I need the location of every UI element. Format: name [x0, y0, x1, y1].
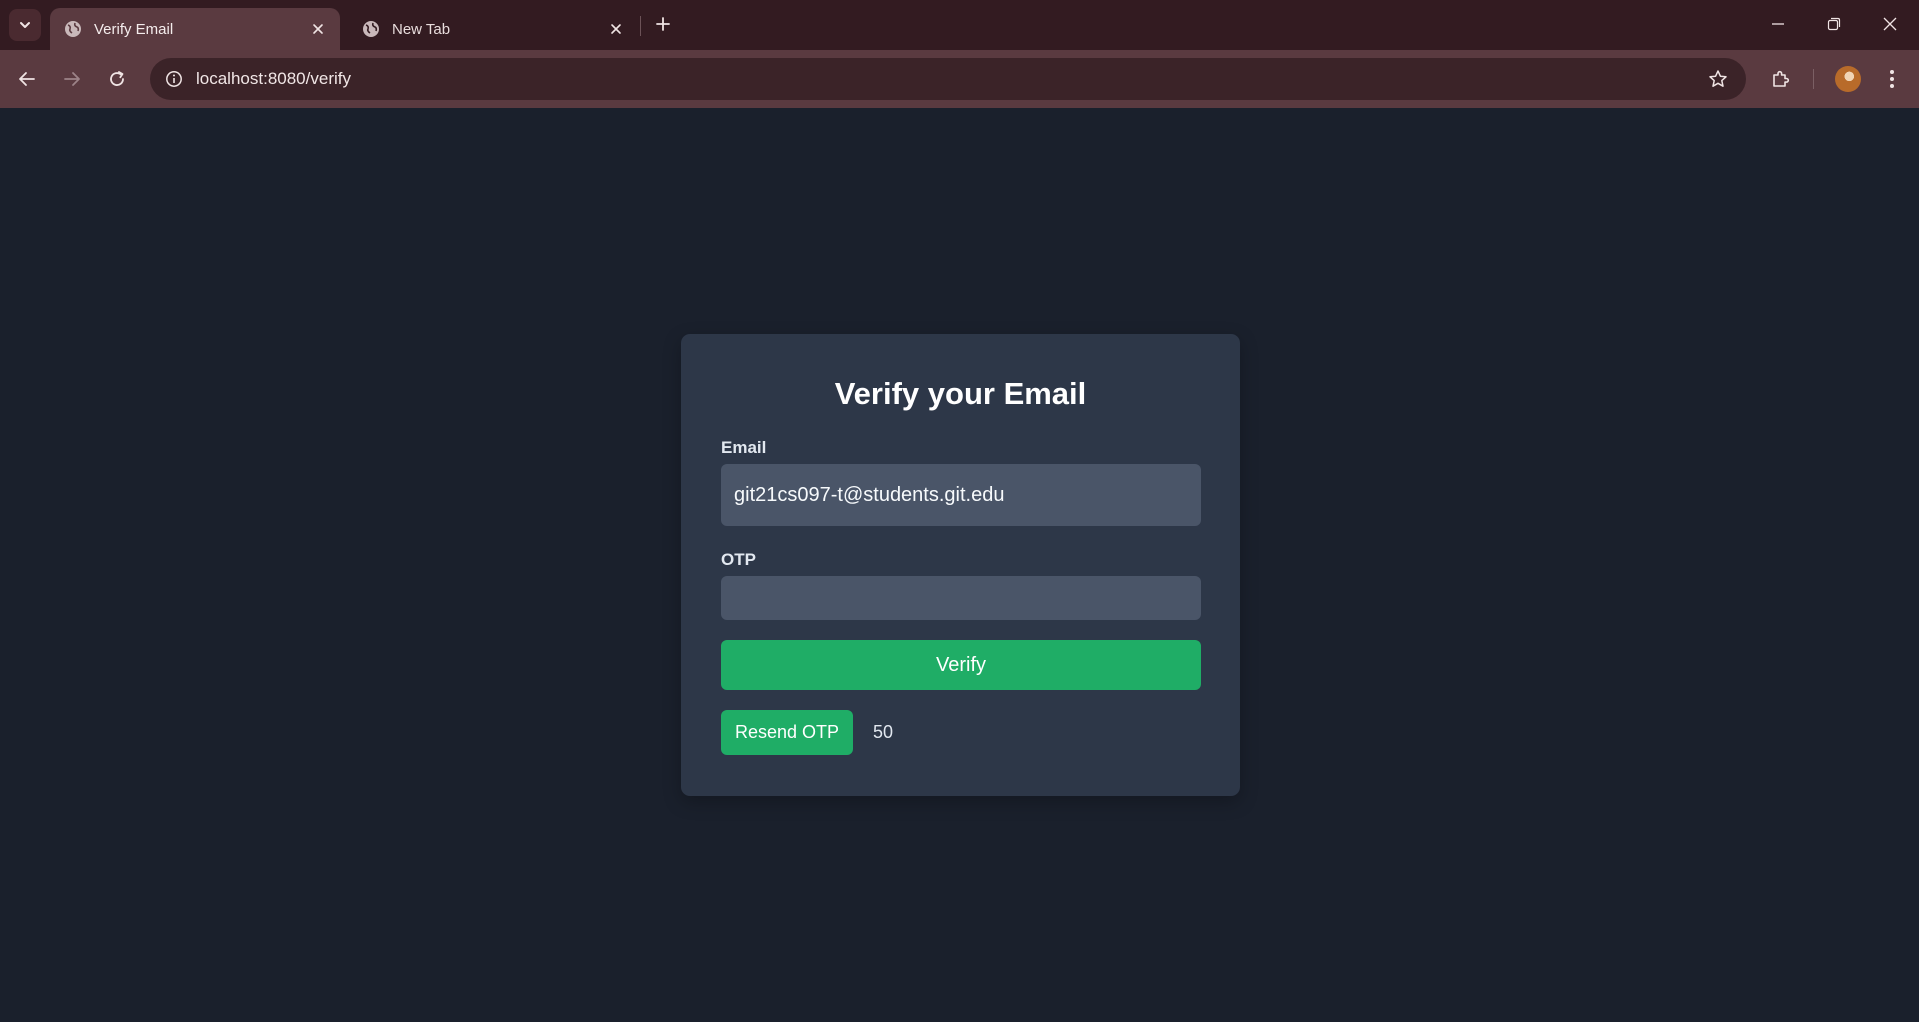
verify-card: Verify your Email Email git21cs097-t@stu…	[681, 334, 1240, 796]
new-tab-button[interactable]	[652, 13, 674, 35]
toolbar-separator	[1813, 69, 1814, 89]
forward-button[interactable]	[58, 65, 86, 93]
otp-label: OTP	[721, 550, 756, 569]
tab-search-button[interactable]	[9, 9, 41, 41]
more-vertical-icon	[1890, 70, 1894, 88]
profile-avatar[interactable]	[1835, 66, 1861, 92]
extensions-button[interactable]	[1767, 65, 1795, 93]
restore-button[interactable]	[1822, 12, 1846, 36]
reload-icon	[110, 71, 124, 86]
close-icon	[1883, 17, 1897, 31]
close-icon	[611, 24, 621, 34]
tab-title: New Tab	[392, 20, 451, 38]
chevron-down-icon	[20, 22, 30, 28]
tab-new-tab[interactable]: New Tab	[348, 8, 638, 50]
email-field[interactable]: git21cs097-t@students.git.edu	[721, 464, 1201, 526]
tab-title: Verify Email	[94, 20, 174, 38]
close-icon	[313, 24, 323, 34]
minimize-button[interactable]	[1766, 12, 1790, 36]
puzzle-icon	[1773, 70, 1790, 87]
globe-icon	[363, 21, 379, 37]
arrow-left-icon	[19, 72, 35, 86]
back-button[interactable]	[13, 65, 41, 93]
page-title: Verify your Email	[834, 376, 1087, 411]
arrow-right-icon	[64, 72, 80, 86]
tab-close-button[interactable]	[606, 19, 626, 39]
reload-button[interactable]	[103, 65, 131, 93]
restore-icon	[1827, 17, 1841, 31]
tab-verify-email[interactable]: Verify Email	[50, 8, 340, 50]
otp-field[interactable]	[721, 576, 1201, 620]
browser-toolbar: localhost:8080/verify	[0, 50, 1919, 108]
tab-close-button[interactable]	[308, 19, 328, 39]
resend-otp-button[interactable]: Resend OTP	[721, 710, 853, 755]
site-info-icon[interactable]	[162, 67, 186, 91]
globe-icon	[65, 21, 81, 37]
email-label: Email	[721, 438, 767, 457]
plus-icon	[656, 17, 670, 31]
tab-separator	[640, 16, 641, 36]
tab-strip: Verify Email New Tab	[0, 0, 1919, 50]
resend-countdown: 50	[873, 722, 894, 742]
bookmark-star-icon[interactable]	[1706, 67, 1730, 91]
verify-button[interactable]: Verify	[721, 640, 1201, 690]
address-bar[interactable]: localhost:8080/verify	[150, 58, 1746, 100]
menu-button[interactable]	[1878, 65, 1906, 93]
close-window-button[interactable]	[1878, 12, 1902, 36]
minimize-icon	[1772, 23, 1784, 25]
address-url[interactable]: localhost:8080/verify	[196, 69, 351, 89]
